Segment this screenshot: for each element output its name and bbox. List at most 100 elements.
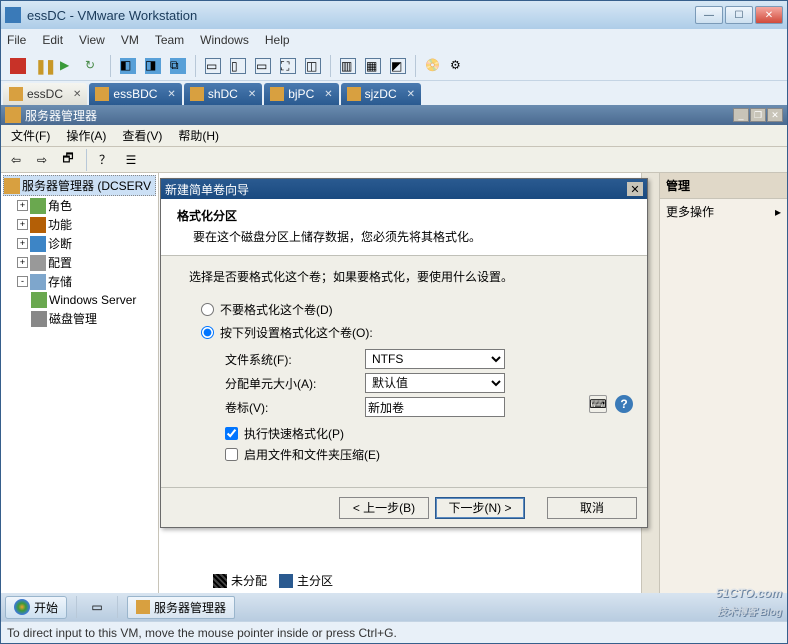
menu-vm[interactable]: VM xyxy=(121,33,139,47)
back-button[interactable]: < 上一步(B) xyxy=(339,497,429,519)
suspend-button[interactable]: ❚❚ xyxy=(32,55,54,77)
taskbar-server-manager[interactable]: 服务器管理器 xyxy=(127,596,235,619)
guest-minimize-button[interactable]: _ xyxy=(733,108,749,122)
tree-diagnostics[interactable]: + 诊断 xyxy=(3,234,156,253)
menu-file[interactable]: File xyxy=(7,33,26,47)
menu-windows[interactable]: Windows xyxy=(200,33,249,47)
poweroff-button[interactable] xyxy=(7,55,29,77)
sm-menu-action[interactable]: 操作(A) xyxy=(60,125,112,146)
compression-input[interactable] xyxy=(225,448,238,461)
vm-tab-label: essDC xyxy=(27,87,63,101)
next-button[interactable]: 下一步(N) > xyxy=(435,497,525,519)
volume-label-input[interactable] xyxy=(365,397,505,417)
actions-header: 管理 xyxy=(660,173,787,199)
vm-tab-essbdc[interactable]: essBDC ✕ xyxy=(89,83,181,105)
capture-button[interactable]: 📀 xyxy=(422,55,444,77)
quick-format-checkbox[interactable]: 执行快速格式化(P) xyxy=(225,425,619,442)
tab-close-icon[interactable]: ✕ xyxy=(407,89,415,100)
keyboard-icon[interactable]: ⌨ xyxy=(589,395,607,413)
tree-roles[interactable]: +角色 xyxy=(3,196,156,215)
help-icon[interactable]: ? xyxy=(615,395,633,413)
allocation-select[interactable]: 默认值 xyxy=(365,373,505,393)
wizard-close-button[interactable]: ✕ xyxy=(627,182,643,196)
guest-close-button[interactable]: ✕ xyxy=(767,108,783,122)
vm-icon xyxy=(270,87,284,101)
expand-icon[interactable]: + xyxy=(17,200,28,211)
radio-format-input[interactable] xyxy=(201,326,214,339)
tab-close-icon[interactable]: ✕ xyxy=(248,89,256,100)
radio-no-format-input[interactable] xyxy=(201,303,214,316)
radio-format[interactable]: 按下列设置格式化这个卷(O): xyxy=(201,324,619,341)
more-actions-label: 更多操作 xyxy=(666,203,714,220)
cancel-button[interactable]: 取消 xyxy=(547,497,637,519)
menu-view[interactable]: View xyxy=(79,33,105,47)
allocation-label: 分配单元大小(A): xyxy=(225,375,365,392)
back-button[interactable]: ⇦ xyxy=(5,149,27,171)
sm-menu-file[interactable]: 文件(F) xyxy=(5,125,56,146)
vm-tab-bjpc[interactable]: bjPC ✕ xyxy=(264,83,338,105)
tree-diskmgmt[interactable]: 磁盘管理 xyxy=(3,309,156,328)
forward-button[interactable]: ⇨ xyxy=(31,149,53,171)
help-button[interactable]: ？ xyxy=(94,149,116,171)
compression-checkbox[interactable]: 启用文件和文件夹压缩(E) xyxy=(225,446,619,463)
expand-icon[interactable]: + xyxy=(17,238,28,249)
vm-tab-shdc[interactable]: shDC ✕ xyxy=(184,83,262,105)
network-button[interactable]: ⚙ xyxy=(447,55,469,77)
refresh-button[interactable]: 🗗 xyxy=(57,149,79,171)
favorites-button[interactable]: ◩ xyxy=(387,55,409,77)
menu-edit[interactable]: Edit xyxy=(42,33,63,47)
show-console-button[interactable]: ▭ xyxy=(202,55,224,77)
tree-label: 配置 xyxy=(48,254,72,271)
quick-format-input[interactable] xyxy=(225,427,238,440)
tab-close-icon[interactable]: ✕ xyxy=(167,89,175,100)
radio-label: 按下列设置格式化这个卷(O): xyxy=(220,324,373,341)
vm-tab-label: bjPC xyxy=(288,87,314,101)
summary-button[interactable]: ▯ xyxy=(227,55,249,77)
sm-menu-view[interactable]: 查看(V) xyxy=(116,125,168,146)
tree-features[interactable]: +功能 xyxy=(3,215,156,234)
tree-label: 诊断 xyxy=(48,235,72,252)
unity-button[interactable]: ◫ xyxy=(302,55,324,77)
expand-icon[interactable]: + xyxy=(17,257,28,268)
tree-config[interactable]: + 配置 xyxy=(3,253,156,272)
close-button[interactable]: ✕ xyxy=(755,6,783,24)
window-title: essDC - VMware Workstation xyxy=(27,8,695,23)
menu-help[interactable]: Help xyxy=(265,33,290,47)
start-button[interactable]: 开始 xyxy=(5,596,67,619)
tree-root[interactable]: 服务器管理器 (DCSERV xyxy=(3,175,156,196)
more-actions[interactable]: 更多操作 ▸ xyxy=(660,199,787,224)
console-button[interactable]: ▭ xyxy=(252,55,274,77)
collapse-icon[interactable]: - xyxy=(17,276,28,287)
tree-storage[interactable]: -存储 xyxy=(3,272,156,291)
manage-snapshot-button[interactable]: ⧉ xyxy=(167,55,189,77)
properties-button[interactable]: ☰ xyxy=(120,149,142,171)
sm-menu-help[interactable]: 帮助(H) xyxy=(172,125,225,146)
vmware-toolbar: ❚❚ ▶ ↻ ◧ ◨ ⧉ ▭ ▯ ▭ ⛶ ◫ ▥ ▦ ◩ 📀 ⚙ xyxy=(1,51,787,81)
fullscreen-button[interactable]: ⛶ xyxy=(277,55,299,77)
sidebar-button[interactable]: ▥ xyxy=(337,55,359,77)
tab-close-icon[interactable]: ✕ xyxy=(73,89,81,100)
snapshot-button[interactable]: ◧ xyxy=(117,55,139,77)
minimize-button[interactable]: — xyxy=(695,6,723,24)
filesystem-select[interactable]: NTFS xyxy=(365,349,505,369)
reset-button[interactable]: ↻ xyxy=(82,55,104,77)
tree-wsb[interactable]: Windows Server xyxy=(3,291,156,309)
taskbar-app-icon xyxy=(136,600,150,614)
disk-icon xyxy=(31,311,47,327)
start-label: 开始 xyxy=(34,599,58,616)
guest-restore-button[interactable]: ❐ xyxy=(750,108,766,122)
menu-team[interactable]: Team xyxy=(155,33,184,47)
show-desktop-button[interactable]: ▭ xyxy=(86,596,108,618)
poweron-button[interactable]: ▶ xyxy=(57,55,79,77)
tab-close-icon[interactable]: ✕ xyxy=(324,89,332,100)
server-manager-titlebar: 服务器管理器 _ ❐ ✕ xyxy=(1,105,787,125)
thumbnail-button[interactable]: ▦ xyxy=(362,55,384,77)
revert-button[interactable]: ◨ xyxy=(142,55,164,77)
radio-no-format[interactable]: 不要格式化这个卷(D) xyxy=(201,301,619,318)
expand-icon[interactable]: + xyxy=(17,219,28,230)
maximize-button[interactable]: ☐ xyxy=(725,6,753,24)
server-manager-toolbar: ⇦ ⇨ 🗗 ？ ☰ xyxy=(1,147,787,173)
vm-tab-essdc[interactable]: essDC ✕ xyxy=(3,83,87,105)
vm-tab-sjzdc[interactable]: sjzDC ✕ xyxy=(341,83,421,105)
wsb-icon xyxy=(31,292,47,308)
